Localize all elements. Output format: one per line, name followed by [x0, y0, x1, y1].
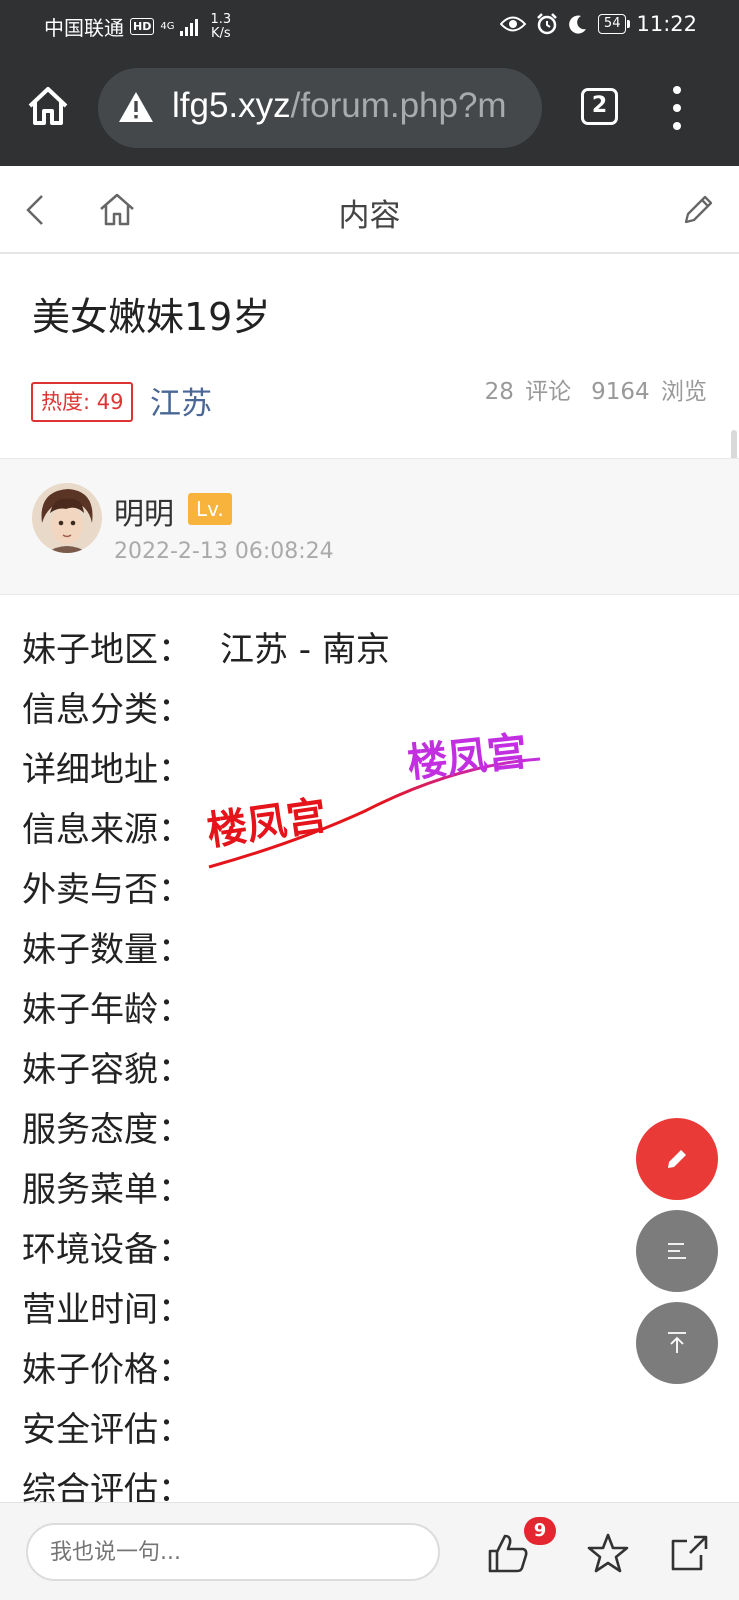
url-row: lfg5.xyz/forum.php?m 2	[0, 66, 739, 150]
region-link[interactable]: 江苏	[150, 378, 212, 423]
alarm-icon	[537, 13, 557, 35]
url-path: /forum.php?m	[290, 86, 507, 125]
info-label: 妹子价格：	[22, 1350, 192, 1390]
warning-icon[interactable]	[118, 90, 154, 124]
share-icon[interactable]	[668, 1531, 712, 1575]
address-bar[interactable]: lfg5.xyz/forum.php?m	[98, 68, 542, 148]
avatar[interactable]	[32, 483, 102, 553]
url-host: lfg5.xyz	[172, 86, 291, 125]
like-icon[interactable]	[486, 1531, 530, 1575]
info-label: 服务态度：	[22, 1110, 192, 1150]
info-label: 营业时间：	[22, 1290, 192, 1330]
author-block: 明明 Lv. 2022-2-13 06:08:24	[0, 458, 739, 595]
info-label: 安全评估：	[22, 1410, 192, 1450]
info-label: 详细地址：	[22, 750, 192, 790]
post-stats: 28 评论 9164 浏览	[485, 372, 707, 406]
post-title: 美女嫩妹19岁	[32, 295, 271, 339]
info-row: 环境设备：	[22, 1220, 722, 1280]
info-label: 信息来源：	[22, 810, 192, 850]
speed-unit: K/s	[210, 25, 231, 41]
page-title: 内容	[338, 198, 401, 234]
carrier-label: 中国联通	[44, 16, 124, 40]
level-badge: Lv.	[188, 493, 232, 525]
eye-icon	[499, 16, 526, 32]
clock: 11:22	[636, 12, 697, 36]
battery-icon: 54	[597, 14, 630, 34]
info-value: 江苏 - 南京	[220, 630, 390, 670]
star-icon[interactable]	[586, 1531, 630, 1575]
moon-icon	[569, 15, 586, 34]
info-row: 安全评估：	[22, 1400, 722, 1460]
info-label: 信息分类：	[22, 690, 192, 730]
browser-home-icon[interactable]	[26, 84, 70, 128]
info-row: 营业时间：	[22, 1280, 722, 1340]
watermark-image: 楼凤宫 楼凤宫	[205, 729, 541, 869]
info-row: 妹子年龄：	[22, 980, 722, 1040]
list-icon	[668, 1243, 686, 1259]
info-label: 妹子地区：	[22, 630, 192, 670]
pencil-icon	[668, 1150, 686, 1168]
heat-badge: 热度: 49	[31, 382, 134, 422]
outline-button[interactable]	[636, 1210, 718, 1292]
author-name[interactable]: 明明	[114, 489, 174, 533]
network-speed: 1.3 K/s	[210, 11, 232, 41]
write-post-button[interactable]	[636, 1118, 718, 1200]
hd-badge: HD	[130, 18, 155, 35]
comment-input[interactable]	[26, 1523, 440, 1581]
post-date: 2022-2-13 06:08:24	[114, 539, 334, 564]
arrow-up-icon	[668, 1332, 686, 1353]
top-nav: 内容	[0, 166, 739, 254]
signal-icon	[180, 18, 199, 36]
back-to-top-button[interactable]	[636, 1302, 718, 1384]
info-label: 妹子数量：	[22, 930, 192, 970]
browser-chrome: 中国联通 HD 4G 1.3 K/s 54 11:22 lfg5.xyz/for…	[0, 0, 739, 166]
info-label: 环境设备：	[22, 1230, 192, 1270]
browser-menu-icon[interactable]	[672, 86, 682, 130]
info-row: 妹子价格：	[22, 1340, 722, 1400]
watermark-text-left: 楼凤宫	[205, 793, 329, 855]
info-row: 妹子容貌：	[22, 1040, 722, 1100]
comment-count: 28 评论	[484, 379, 572, 405]
tab-switcher-button[interactable]: 2	[581, 88, 618, 125]
watermark-text-right: 楼凤宫	[405, 729, 529, 787]
info-label: 服务菜单：	[22, 1170, 192, 1210]
info-row: 服务态度：	[22, 1100, 722, 1160]
info-label: 外卖与否：	[22, 870, 192, 910]
bottom-bar: 9	[0, 1502, 739, 1600]
edit-icon[interactable]	[680, 192, 716, 228]
url-text[interactable]: lfg5.xyz/forum.php?m	[172, 86, 507, 126]
info-row: 妹子地区： 江苏 - 南京	[22, 620, 722, 680]
info-label: 妹子容貌：	[22, 1050, 192, 1090]
like-count-badge: 9	[524, 1517, 556, 1545]
view-count: 9164 浏览	[591, 379, 707, 405]
info-label: 妹子年龄：	[22, 990, 192, 1030]
network-label: 4G	[160, 20, 175, 32]
status-bar: 中国联通 HD 4G 1.3 K/s 54 11:22	[0, 0, 739, 52]
info-row: 妹子数量：	[22, 920, 722, 980]
info-row: 服务菜单：	[22, 1160, 722, 1220]
speed-value: 1.3	[210, 11, 232, 27]
